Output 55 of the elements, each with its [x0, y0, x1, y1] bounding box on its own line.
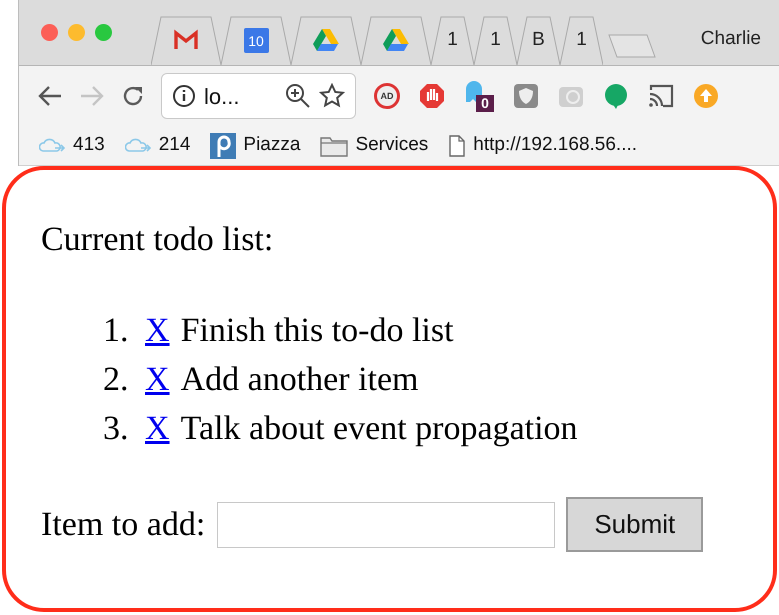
- shield-icon[interactable]: [513, 83, 539, 109]
- tab-title: 1: [447, 28, 458, 52]
- folder-icon: [320, 134, 348, 156]
- heading: Current todo list:: [41, 220, 274, 260]
- envelope-icon: [174, 29, 198, 51]
- list-number: 2.: [103, 360, 130, 400]
- browser-tab[interactable]: 1: [431, 15, 474, 65]
- stop-hand-icon[interactable]: [419, 83, 445, 109]
- browser-tab[interactable]: 1: [474, 15, 517, 65]
- browser-tab[interactable]: [291, 15, 361, 65]
- cloud-icon: [39, 136, 66, 154]
- tab-title: B: [532, 28, 545, 52]
- browser-tab[interactable]: 10: [221, 15, 291, 65]
- list-number: 1.: [103, 311, 130, 351]
- remove-link[interactable]: X: [145, 404, 170, 453]
- remove-link[interactable]: X: [145, 306, 170, 355]
- bookmark-link[interactable]: 214: [124, 131, 190, 160]
- tab-title: 1: [576, 28, 587, 52]
- upload-icon[interactable]: [693, 83, 719, 109]
- todo-text: Add another item: [180, 360, 418, 400]
- submit-button[interactable]: Submit: [566, 497, 704, 552]
- profile-name[interactable]: Charlie: [700, 25, 761, 54]
- bookmark-link[interactable]: http://192.168.56....: [448, 131, 638, 160]
- browser-tab[interactable]: B: [517, 15, 560, 65]
- browser-tab[interactable]: [151, 15, 221, 65]
- zoom-in-icon[interactable]: [285, 83, 311, 109]
- todo-text: Talk about event propagation: [180, 409, 578, 449]
- browser-tab[interactable]: 1: [560, 15, 603, 65]
- url-text: lo...: [204, 82, 240, 110]
- back-icon[interactable]: [37, 84, 63, 108]
- bookmark-star-icon[interactable]: [319, 83, 345, 109]
- info-icon[interactable]: [172, 84, 196, 108]
- reload-icon[interactable]: [121, 84, 145, 108]
- cloud-icon: [124, 136, 152, 154]
- triangle-icon: [383, 28, 409, 52]
- tab-title: 1: [490, 28, 501, 52]
- triangle-icon: [313, 28, 339, 52]
- input-field[interactable]: [217, 502, 556, 548]
- close-window-icon[interactable]: [41, 24, 58, 41]
- cast-icon[interactable]: [648, 83, 674, 109]
- bookmark-link[interactable]: Services: [320, 131, 428, 160]
- calendar-icon: 10: [244, 28, 268, 52]
- bookmark-link[interactable]: 413: [39, 131, 105, 160]
- chat-bubble-icon[interactable]: [603, 82, 629, 110]
- field-label: Item to add:: [41, 505, 206, 545]
- page-icon: [448, 134, 466, 156]
- square-logo-icon: [210, 132, 236, 158]
- list-number: 3.: [103, 409, 130, 449]
- browser-tab[interactable]: [361, 15, 431, 65]
- remove-link[interactable]: X: [145, 355, 170, 404]
- adblock-icon[interactable]: AD: [374, 83, 400, 109]
- bookmark-link[interactable]: Piazza: [210, 131, 300, 160]
- zoom-window-icon[interactable]: [95, 24, 112, 41]
- todo-text: Finish this to-do list: [180, 311, 454, 351]
- address-bar[interactable]: lo...: [161, 73, 356, 119]
